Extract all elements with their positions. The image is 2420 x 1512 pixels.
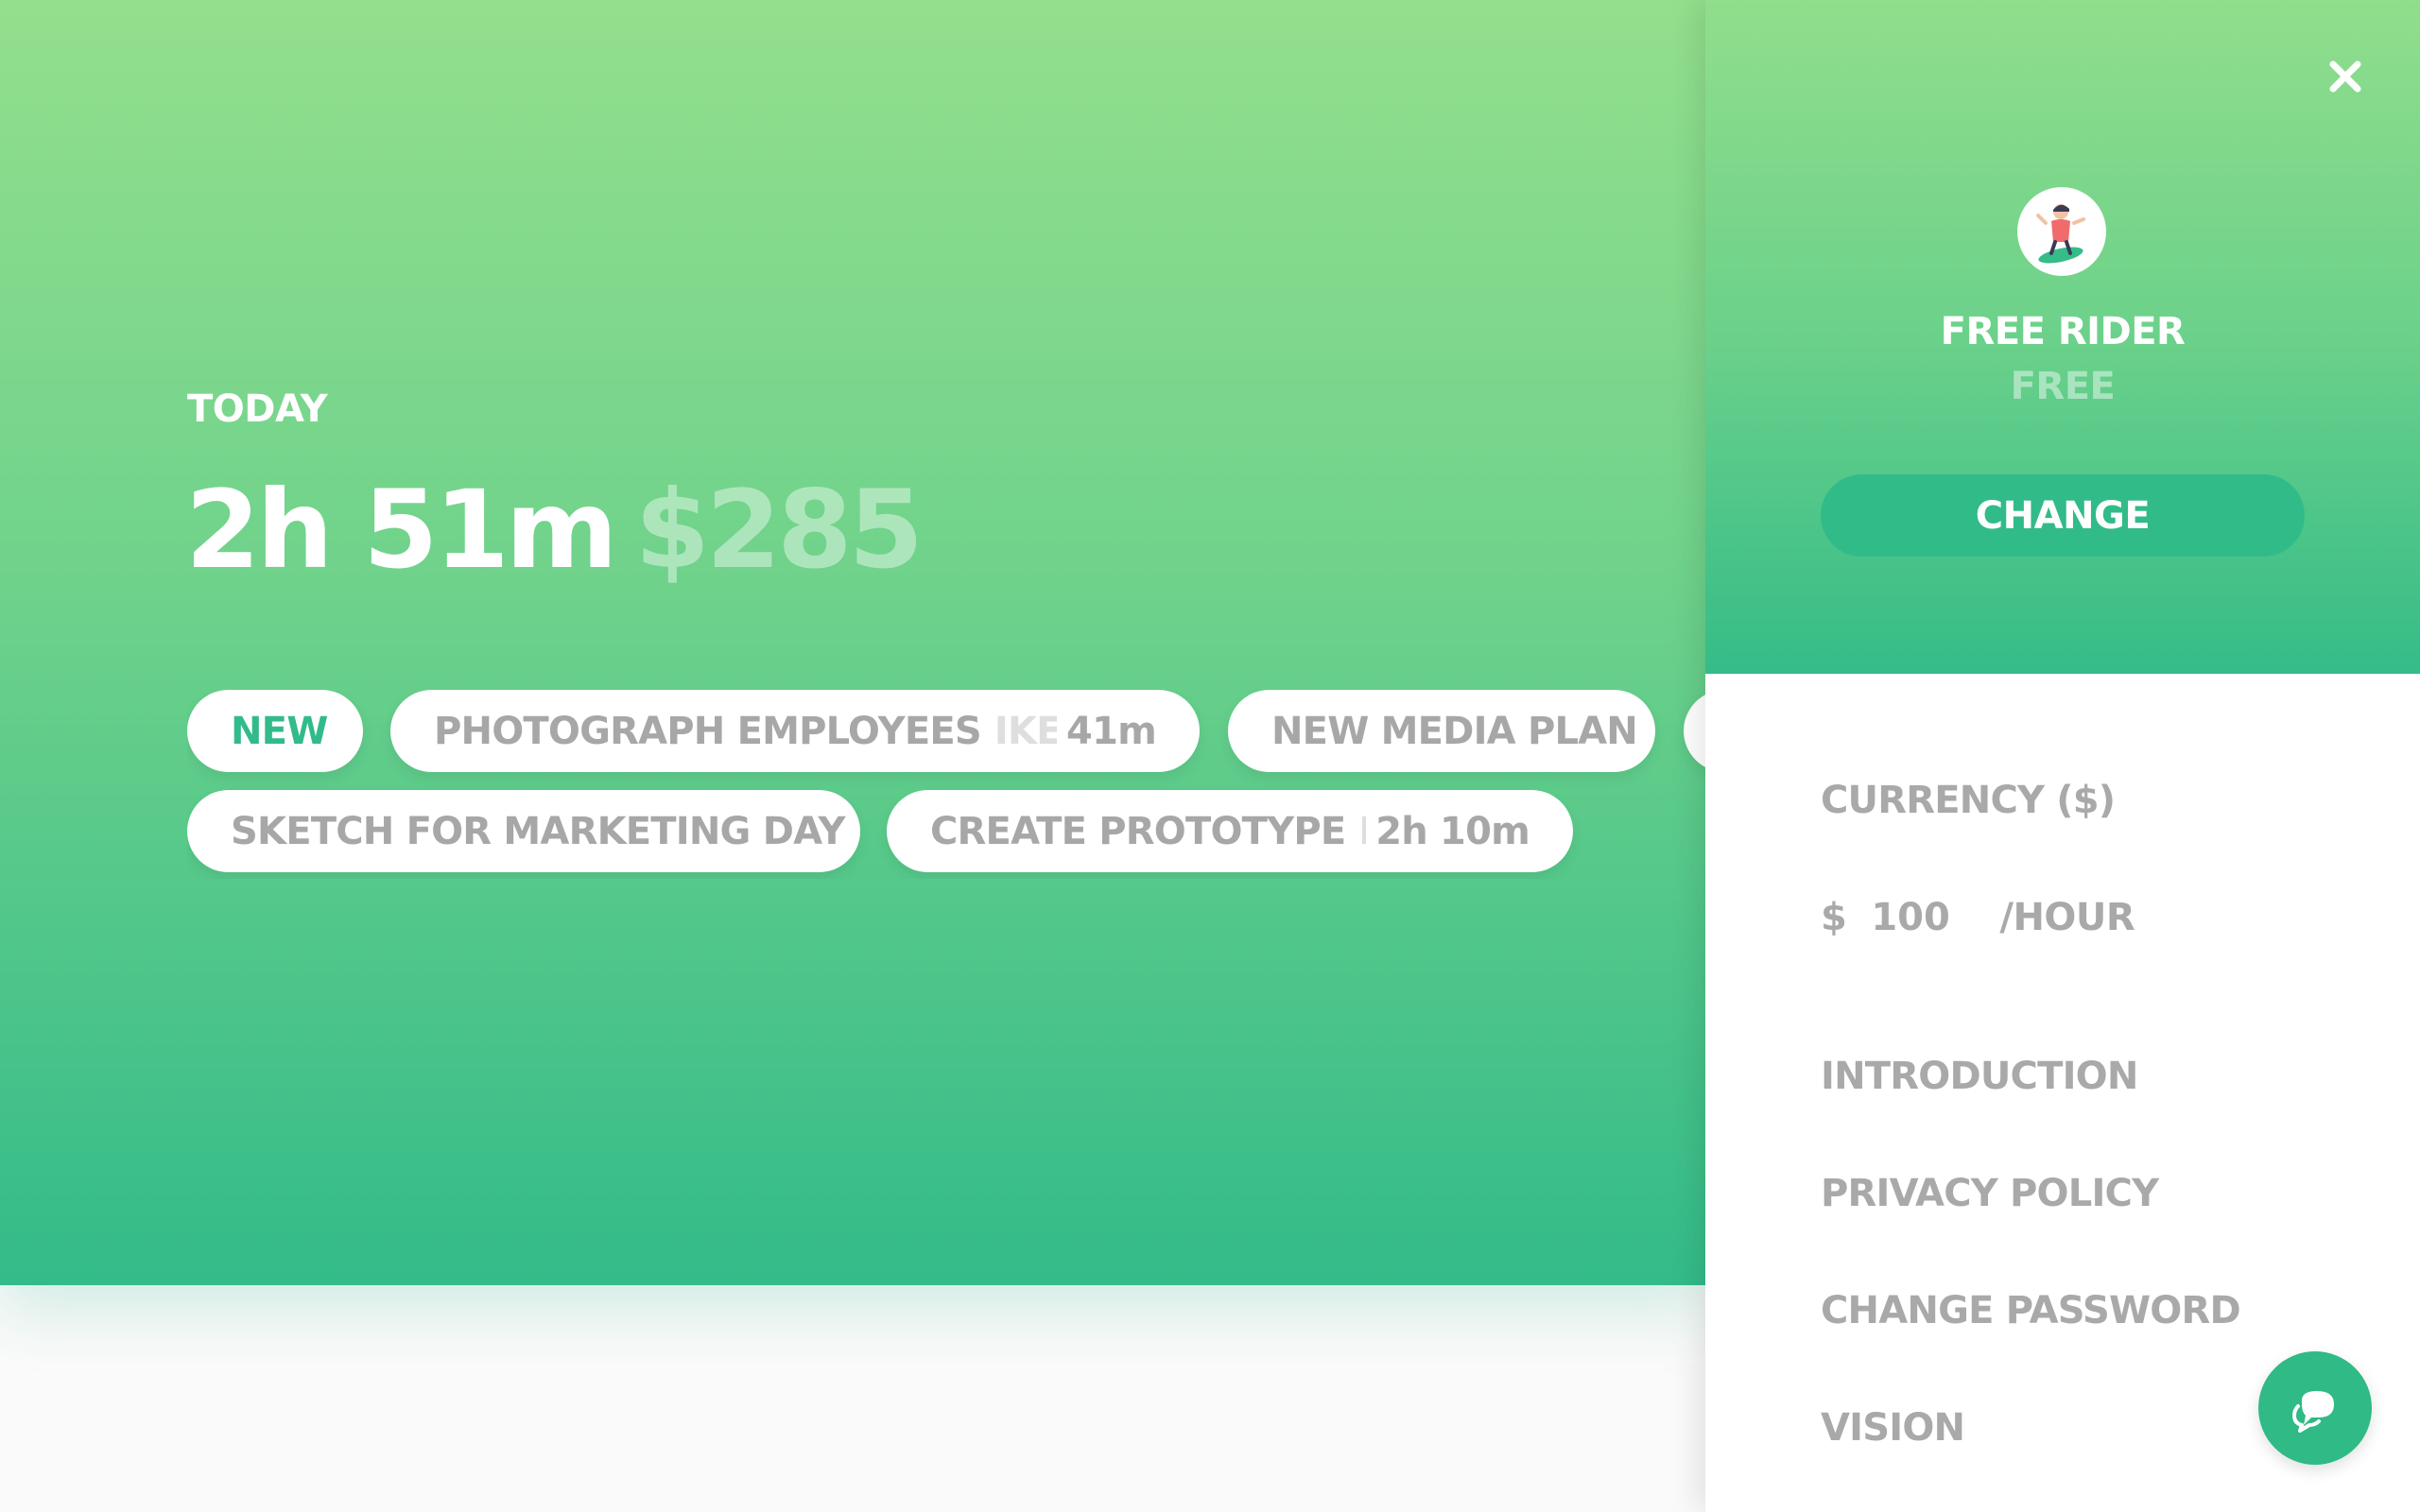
menu-item-introduction[interactable]: INTRODUCTION [1821,1055,2138,1098]
task-client: IKEA [1358,809,1367,853]
currency-selector[interactable]: CURRENCY ($) [1821,779,2116,822]
today-summary: 2h 51m $285 [185,467,924,593]
plan-name: FREE RIDER [1940,310,2186,353]
task-title: SKETCH FOR MARKETING DAY [231,809,845,853]
close-icon [2329,60,2361,93]
currency-symbol: $ [1821,896,1847,939]
change-plan-button[interactable]: CHANGE [1821,474,2305,557]
rate-unit: /HOUR [1999,896,2135,939]
new-task-button[interactable]: NEW [187,690,363,772]
task-chip-partial[interactable] [1684,690,1707,772]
task-title: PHOTOGRAPH EMPLOYEES [434,709,982,753]
app-page: TODAY 2h 51m $285 NEW PHOTOGRAPH EMPLOYEE… [0,0,2420,1512]
plan-card: FREE RIDER FREE CHANGE [1705,0,2420,674]
hourly-rate-input[interactable] [1871,896,1985,939]
settings-panel: FREE RIDER FREE CHANGE CURRENCY ($) $ /H… [1705,0,2420,1512]
menu-item-change-password[interactable]: CHANGE PASSWORD [1821,1289,2241,1332]
task-client: IKEA [994,709,1058,753]
menu-item-privacy-policy[interactable]: PRIVACY POLICY [1821,1172,2159,1215]
task-chip[interactable]: SKETCH FOR MARKETING DAY [187,790,860,872]
total-time: 2h 51m [185,467,618,593]
surfer-avatar-icon [2036,204,2085,264]
avatar [2017,187,2106,276]
task-chip[interactable]: PHOTOGRAPH EMPLOYEES IKEA 41m [390,690,1200,772]
total-earnings: $285 [634,467,924,593]
dashboard-hero: TODAY 2h 51m $285 NEW PHOTOGRAPH EMPLOYEE… [0,0,1707,1285]
task-chip[interactable]: CREATE PROTOTYPE IKEA 2h 10m [887,790,1573,872]
menu-item-vision[interactable]: VISION [1821,1406,1965,1450]
task-title: NEW MEDIA PLAN [1271,709,1638,753]
task-chips: NEW PHOTOGRAPH EMPLOYEES IKEA 41m NEW ME… [187,690,1707,879]
task-duration: 41m [1066,709,1157,753]
hourly-rate-row: $ /HOUR [1821,896,2135,939]
chat-bubbles-icon [2292,1391,2334,1433]
new-task-label: NEW [231,709,328,753]
chat-button[interactable] [2258,1351,2372,1465]
task-chip[interactable]: NEW MEDIA PLAN [1228,690,1655,772]
plan-tier: FREE [2010,365,2116,408]
close-button[interactable] [2322,53,2369,100]
task-title: CREATE PROTOTYPE [930,809,1346,853]
task-duration: 2h 10m [1375,809,1530,853]
today-heading: TODAY [187,387,328,431]
